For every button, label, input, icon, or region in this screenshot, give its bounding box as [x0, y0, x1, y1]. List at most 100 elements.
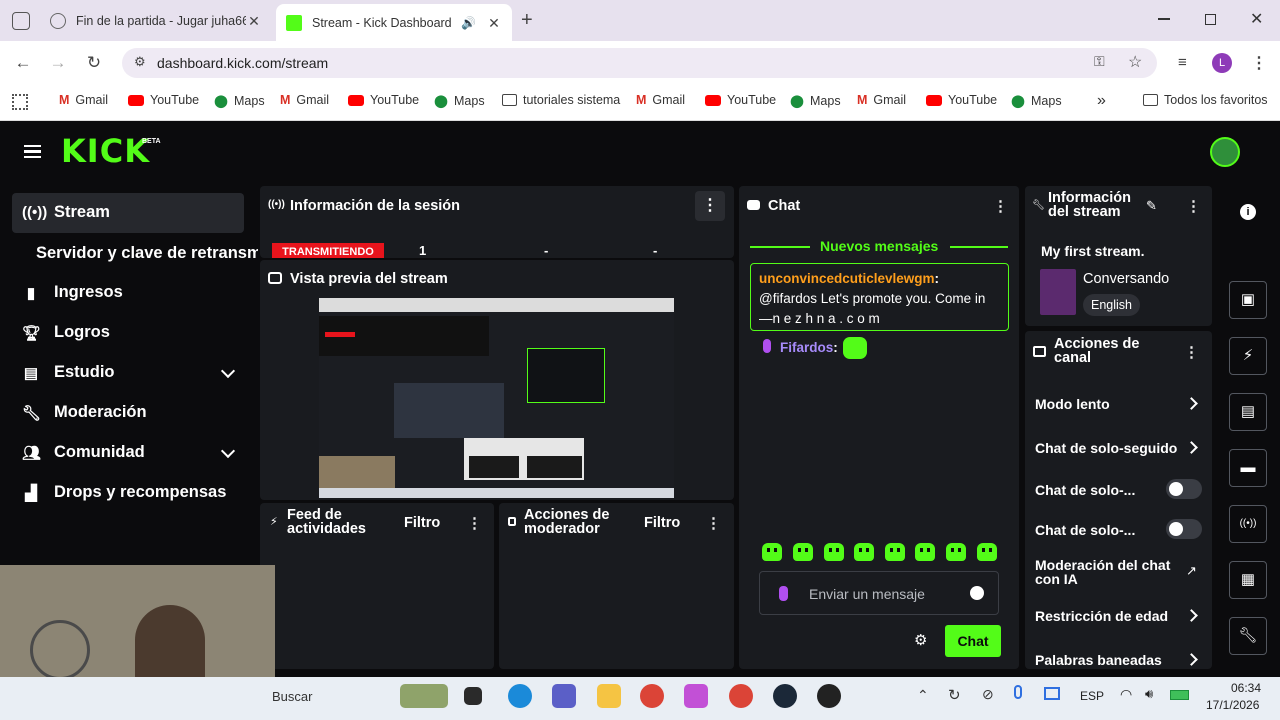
screenshot-icon[interactable]: ▣: [1229, 281, 1267, 319]
bookmark-gmail[interactable]: M Gmail: [857, 93, 906, 107]
forward-icon[interactable]: →: [47, 53, 69, 73]
close-tab-icon[interactable]: ✕: [246, 13, 262, 29]
url-bar[interactable]: ⚙ dashboard.kick.com/stream ⚿ ☆: [122, 48, 1157, 78]
reload-icon[interactable]: ↻: [83, 53, 105, 73]
feed-filter-button[interactable]: Filtro: [404, 515, 440, 531]
bookmark-maps[interactable]: ⬤ Maps: [790, 93, 841, 109]
bookmark-star-icon[interactable]: ☆: [1128, 52, 1142, 72]
emote-icon[interactable]: [793, 543, 813, 561]
emote-icon[interactable]: [854, 543, 874, 561]
m365-icon[interactable]: [684, 684, 708, 708]
bookmark-maps[interactable]: ⬤ Maps: [434, 93, 485, 109]
steam-icon[interactable]: [773, 684, 797, 708]
chat-settings-icon[interactable]: ⚙: [914, 631, 927, 649]
chat-username[interactable]: unconvincedcuticlevlewgm: [759, 271, 935, 286]
sidebar-item-logros[interactable]: 🏆︎ Logros: [22, 323, 110, 342]
wrench-icon[interactable]: 🔧︎: [1229, 617, 1267, 655]
chat-bubble-icon[interactable]: ▬: [1229, 449, 1267, 487]
emote-icon[interactable]: [824, 543, 844, 561]
chat-menu-icon[interactable]: ⋮: [993, 197, 1008, 215]
action-slow-mode[interactable]: Modo lento: [1035, 396, 1175, 412]
channel-actions-menu-icon[interactable]: ⋮: [1184, 343, 1199, 361]
chrome-icon[interactable]: [640, 684, 664, 708]
tab-search-icon[interactable]: [12, 12, 30, 30]
bookmark-youtube[interactable]: YouTube: [926, 93, 997, 107]
close-tab-icon[interactable]: ✕: [486, 15, 502, 31]
profile-avatar[interactable]: L: [1212, 53, 1232, 73]
bookmark-gmail[interactable]: M Gmail: [280, 93, 329, 107]
user-avatar[interactable]: [1210, 137, 1240, 167]
emoji-picker-icon[interactable]: [970, 586, 984, 600]
volume-icon[interactable]: 🔊︎: [1145, 686, 1153, 702]
url-text[interactable]: dashboard.kick.com/stream: [157, 55, 328, 71]
channel-actions-icon[interactable]: ▦: [1229, 561, 1267, 599]
bookmark-maps[interactable]: ⬤ Maps: [214, 93, 265, 109]
close-window-icon[interactable]: ✕: [1250, 9, 1263, 29]
sidebar-item-stream[interactable]: ((•)) Stream: [22, 203, 110, 222]
bookmark-gmail[interactable]: M Gmail: [59, 93, 108, 107]
tab-kick-dashboard[interactable]: Stream - Kick Dashboard 🔊 ✕: [276, 4, 512, 41]
site-info-icon[interactable]: ⚙: [134, 54, 146, 70]
hamburger-menu-icon[interactable]: [24, 145, 41, 158]
action-ai-moderation[interactable]: Moderación del chat con IA: [1035, 558, 1180, 586]
highlighted-message[interactable]: unconvincedcuticlevlewgm: @fifardos Let'…: [750, 263, 1009, 331]
edit-pencil-icon[interactable]: ✎: [1146, 198, 1157, 214]
mod-menu-icon[interactable]: ⋮: [706, 514, 721, 532]
stream-info-menu-icon[interactable]: ⋮: [1186, 197, 1201, 215]
sidebar-item-drops[interactable]: ▟ Drops y recompensas: [22, 483, 226, 502]
stream-preview-video[interactable]: [319, 298, 674, 498]
emote-icon[interactable]: [946, 543, 966, 561]
sidebar-item-ingresos[interactable]: ▮ Ingresos: [22, 283, 123, 302]
chat-username[interactable]: Fifardos: [780, 340, 833, 355]
obs-icon[interactable]: [817, 684, 841, 708]
language-indicator[interactable]: ESP: [1080, 689, 1104, 703]
emote-icon[interactable]: [915, 543, 935, 561]
info-icon[interactable]: i: [1240, 204, 1256, 220]
media-control-icon[interactable]: ≡: [1178, 54, 1187, 71]
tray-network-off-icon[interactable]: ⊘: [982, 686, 994, 703]
bookmark-youtube[interactable]: YouTube: [348, 93, 419, 107]
notes-icon[interactable]: ▤: [1229, 393, 1267, 431]
chat-message[interactable]: Fifardos:: [780, 340, 838, 355]
new-tab-icon[interactable]: +: [521, 9, 533, 32]
browser-menu-icon[interactable]: ⋮: [1251, 53, 1267, 73]
emote-icon[interactable]: [977, 543, 997, 561]
file-explorer-icon[interactable]: [597, 684, 621, 708]
tray-sync-icon[interactable]: ↻: [948, 686, 961, 704]
feed-menu-icon[interactable]: ⋮: [467, 514, 482, 532]
toggle-switch[interactable]: [1166, 519, 1202, 539]
edge-icon[interactable]: [508, 684, 532, 708]
category-name[interactable]: Conversando: [1083, 271, 1169, 287]
search-highlight-icon[interactable]: [400, 684, 448, 708]
broadcast-icon[interactable]: ((•)): [1229, 505, 1267, 543]
clock-date[interactable]: 17/1/2026: [1206, 698, 1259, 712]
bookmark-youtube[interactable]: YouTube: [705, 93, 776, 107]
session-menu-button[interactable]: ⋮: [695, 191, 725, 221]
sidebar-item-estudio[interactable]: ▤ Estudio: [22, 363, 115, 382]
apps-grid-icon[interactable]: [12, 94, 28, 110]
tray-mic-icon[interactable]: [1014, 685, 1022, 699]
toggle-switch[interactable]: [1166, 479, 1202, 499]
emote-icon[interactable]: [885, 543, 905, 561]
minimize-icon[interactable]: [1158, 18, 1170, 20]
password-key-icon[interactable]: ⚿: [1094, 53, 1105, 70]
clock-time[interactable]: 06:34: [1231, 681, 1261, 695]
sidebar-item-comunidad[interactable]: 👥︎ Comunidad: [22, 443, 145, 462]
action-age-restriction[interactable]: Restricción de edad: [1035, 608, 1180, 624]
chat-send-button[interactable]: Chat: [945, 625, 1001, 657]
emote-icon[interactable]: [762, 543, 782, 561]
kick-logo[interactable]: KICK: [61, 132, 150, 170]
tray-chevron-icon[interactable]: ⌃: [917, 687, 929, 704]
teams-icon[interactable]: [552, 684, 576, 708]
task-view-icon[interactable]: [464, 687, 482, 705]
bookmark-gmail[interactable]: M Gmail: [636, 93, 685, 107]
wifi-icon[interactable]: ◠: [1120, 686, 1132, 703]
bookmark-youtube[interactable]: YouTube: [128, 93, 199, 107]
tray-display-icon[interactable]: [1044, 687, 1060, 700]
mod-filter-button[interactable]: Filtro: [644, 515, 680, 531]
chrome-profile-icon[interactable]: [729, 684, 753, 708]
battery-icon[interactable]: [1170, 690, 1189, 700]
audio-icon[interactable]: 🔊: [461, 16, 476, 30]
more-bookmarks-icon[interactable]: »: [1097, 92, 1106, 110]
taskbar-search-text[interactable]: Buscar: [272, 689, 312, 704]
